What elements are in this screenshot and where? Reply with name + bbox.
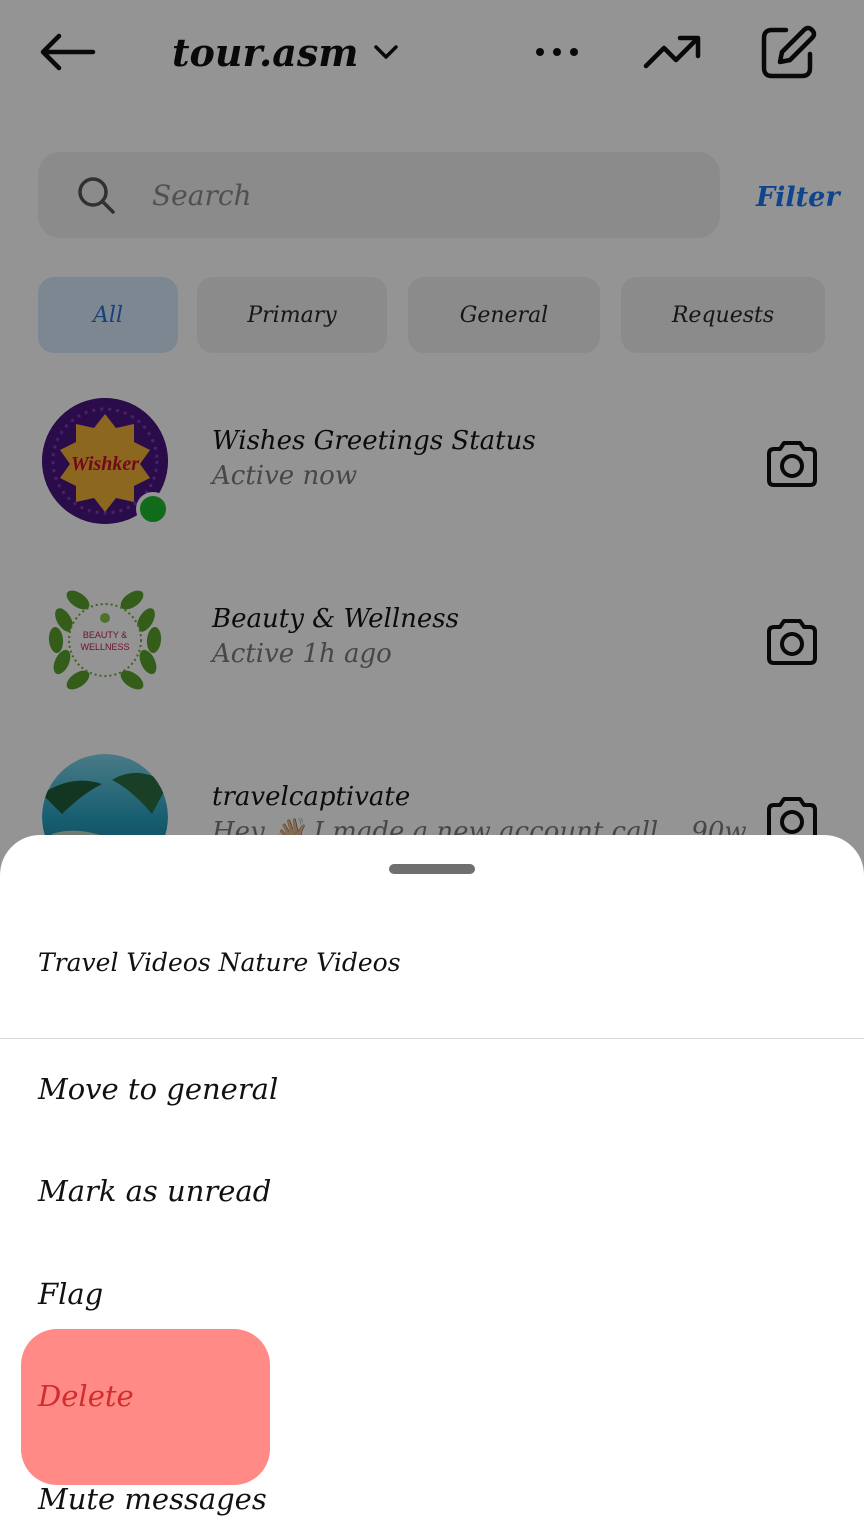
delete-option[interactable]: Delete: [38, 1379, 134, 1413]
direct-inbox-screen: tour.asm Search Filter All Primary Gener…: [0, 0, 864, 1536]
flag-option[interactable]: Flag: [38, 1277, 103, 1311]
conversation-options-sheet: Travel Videos Nature Videos Move to gene…: [0, 835, 864, 1536]
sheet-title: Travel Videos Nature Videos: [38, 948, 401, 977]
mute-messages-option[interactable]: Mute messages: [38, 1482, 267, 1516]
drag-handle[interactable]: [389, 864, 475, 874]
move-to-general-option[interactable]: Move to general: [38, 1072, 278, 1106]
mark-as-unread-option[interactable]: Mark as unread: [38, 1174, 271, 1208]
divider: [0, 1038, 864, 1039]
